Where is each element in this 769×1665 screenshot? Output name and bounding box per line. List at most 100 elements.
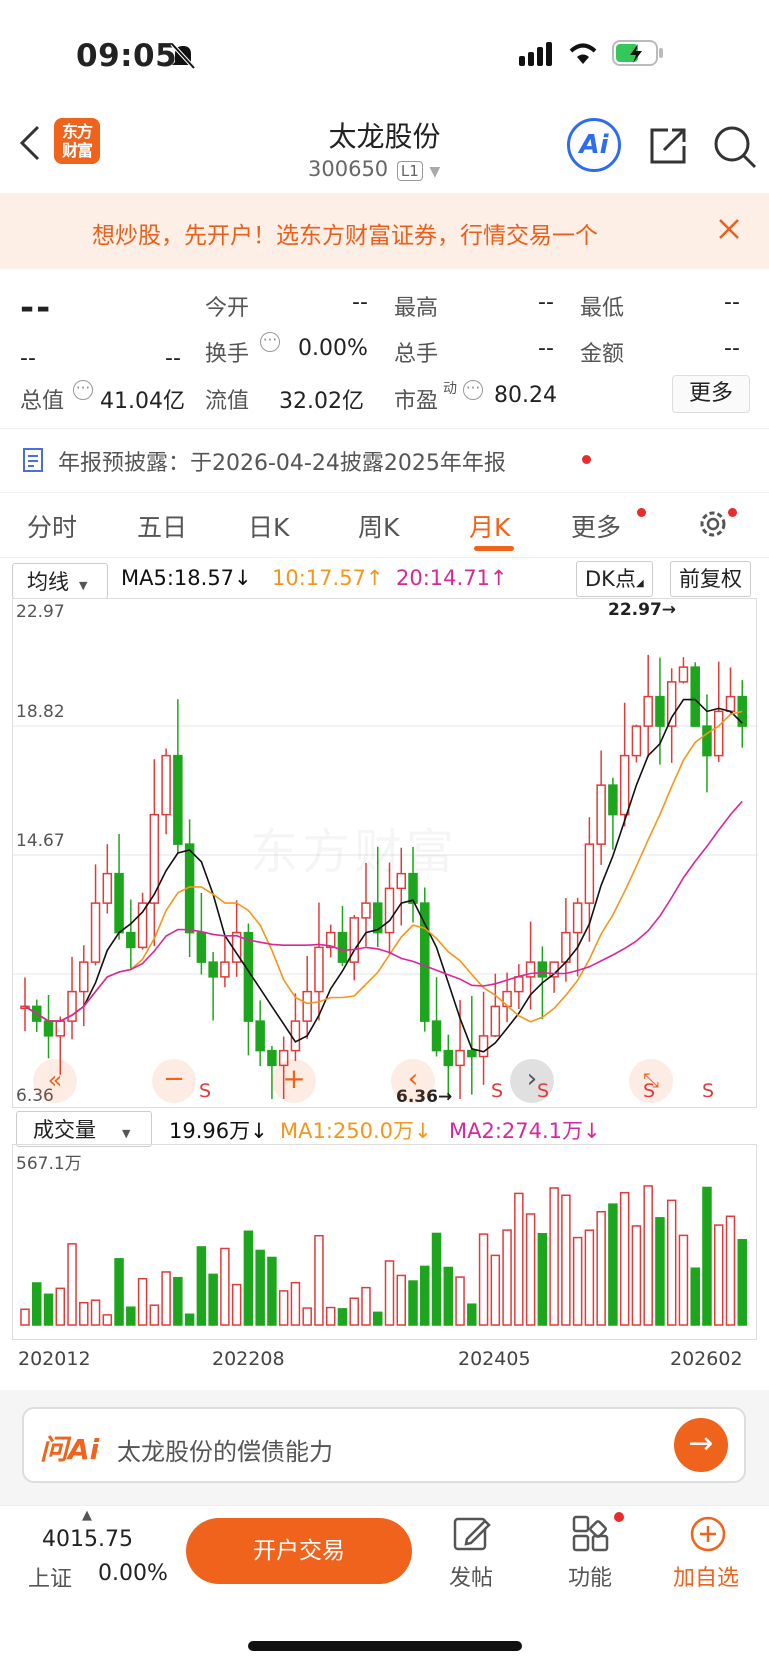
volume-value: -- [538, 336, 554, 361]
volume-bar [690, 1267, 700, 1326]
wifi-icon [566, 40, 600, 70]
close-icon[interactable] [718, 218, 740, 244]
dk-button[interactable]: DK点◢ [576, 561, 653, 597]
tab-rik[interactable]: 日K [248, 508, 289, 544]
zoom-in-button[interactable]: + [272, 1059, 316, 1103]
info-dots-icon[interactable]: ··· [73, 380, 93, 400]
volume-bar [149, 1304, 160, 1326]
sell-signal: S [491, 1080, 504, 1102]
candle-body [631, 725, 642, 757]
volume-bar [32, 1282, 42, 1326]
info-dots-icon[interactable]: ··· [260, 332, 280, 352]
price: -- [20, 288, 53, 328]
scroll-left-fast-button[interactable]: « [33, 1059, 77, 1103]
index-value[interactable]: 4015.75 [42, 1527, 133, 1552]
volume-bar [584, 1229, 595, 1326]
candle-body [690, 666, 700, 727]
volume-bar [79, 1301, 89, 1326]
more-button[interactable]: 更多 [672, 375, 750, 413]
candle-body [290, 1020, 301, 1052]
volume-bar [126, 1306, 136, 1326]
index-name[interactable]: 上证 [28, 1561, 72, 1593]
sell-signal: S [537, 1080, 550, 1102]
signal-icon [519, 42, 557, 70]
tab-zhouk[interactable]: 周K [358, 508, 399, 544]
func-label[interactable]: 功能 [568, 1560, 612, 1592]
volume-bar [478, 1233, 489, 1326]
candle-body [384, 887, 395, 934]
search-icon[interactable] [712, 124, 758, 174]
ai-placeholder[interactable]: 太龙股份的偿债能力 [117, 1432, 333, 1467]
candle-body [596, 784, 606, 845]
volume-bar [302, 1307, 312, 1326]
ma-select[interactable]: 均线 ▼ [12, 563, 108, 599]
chevron-down-icon[interactable]: ▼ [429, 164, 440, 180]
volume-bar [596, 1210, 606, 1326]
candle-body [102, 872, 113, 904]
volume-bar [608, 1203, 618, 1326]
tab-fenshi[interactable]: 分时 [27, 508, 77, 544]
volume-bar [408, 1280, 418, 1326]
candle-body [337, 931, 348, 963]
info-dots-icon[interactable]: ··· [463, 380, 483, 400]
ai-button[interactable]: Ai [567, 118, 621, 172]
func-dot [614, 1512, 624, 1522]
amount-label: 金额 [580, 342, 625, 367]
zoom-out-button[interactable]: − [152, 1059, 196, 1103]
volume-bar [325, 1306, 336, 1326]
triangle-up-icon: ▲ [82, 1508, 92, 1523]
index-change[interactable]: 0.00% [98, 1561, 168, 1586]
change-pct: -- [165, 346, 181, 371]
promo-text[interactable]: 想炒股，先开户！选东方财富证券，行情交易一个 [92, 216, 692, 250]
volume-bar [267, 1256, 277, 1326]
post-label[interactable]: 发帖 [449, 1560, 493, 1592]
tab-yuek[interactable]: 月K [469, 508, 510, 544]
open-account-button[interactable]: 开户交易 [186, 1518, 412, 1584]
volume-bar [443, 1266, 454, 1326]
add-watchlist-label[interactable]: 加自选 [673, 1560, 739, 1592]
high-value: -- [538, 290, 554, 315]
price-tick: 18.82 [16, 702, 65, 722]
volume-bar [666, 1199, 677, 1326]
fq-button[interactable]: 前复权 [670, 561, 751, 597]
document-icon [22, 447, 46, 477]
vol-ma1: MA1:250.0万↓ [280, 1119, 432, 1143]
volume-bar [643, 1185, 653, 1326]
candle-body [666, 681, 677, 727]
mute-icon [170, 42, 196, 74]
vol-select[interactable]: 成交量 ▼ [16, 1111, 152, 1147]
tab-wuri[interactable]: 五日 [137, 508, 187, 544]
edit-icon[interactable] [453, 1515, 491, 1557]
vol-max-tick: 567.1万 [16, 1154, 82, 1174]
candle-body [314, 946, 324, 993]
volume-bar [161, 1271, 171, 1326]
settings-icon[interactable] [697, 508, 729, 544]
share-icon[interactable] [646, 124, 690, 172]
mktcap-label: 总值 [20, 389, 65, 414]
candle-body [467, 1049, 477, 1058]
low-label: 最低 [580, 296, 625, 321]
volume-chart[interactable] [12, 1144, 757, 1340]
volume-bar [619, 1191, 630, 1326]
clock: 09:05 [76, 38, 178, 74]
scroll-left-button[interactable]: ‹ [391, 1059, 435, 1103]
volume-bar [361, 1286, 371, 1326]
candle-body [243, 931, 254, 1022]
candle-body [702, 725, 712, 757]
candle-body [584, 843, 595, 904]
ma20-value: 20:14.71↑ [396, 566, 508, 590]
volume-bar [431, 1232, 442, 1326]
tab-more[interactable]: 更多 [571, 508, 621, 544]
candle-body [643, 695, 653, 727]
notice-text[interactable]: 年报预披露：于2026-04-24披露2025年年报 [58, 445, 506, 477]
ai-send-button[interactable]: → [674, 1418, 728, 1472]
apps-icon[interactable] [572, 1515, 610, 1557]
add-icon[interactable] [689, 1515, 727, 1557]
sell-signal: S [643, 1080, 656, 1102]
notice-dot [582, 455, 591, 464]
change: -- [20, 346, 36, 371]
mktcap-value: 41.04亿 [100, 389, 185, 414]
volume-bar [702, 1186, 712, 1326]
volume-bar [384, 1260, 395, 1326]
candle-body [537, 961, 548, 978]
